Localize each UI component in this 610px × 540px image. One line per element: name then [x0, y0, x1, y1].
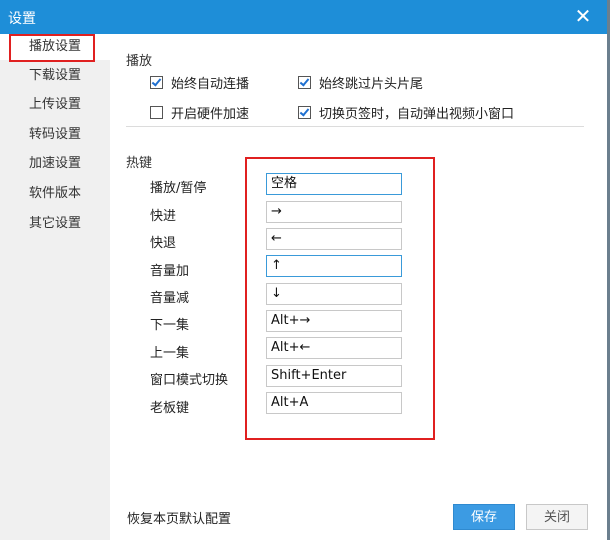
checkbox-skip-intro[interactable]: 始终跳过片头片尾: [298, 76, 423, 94]
sidebar-item-label: 软件版本: [28, 186, 81, 201]
title-bar: 设置 ✕: [0, 0, 607, 34]
hotkey-input-volume-down[interactable]: ↓: [266, 283, 402, 305]
hotkey-label-play-pause: 播放/暂停: [150, 181, 207, 196]
reset-defaults-link[interactable]: 恢复本页默认配置: [127, 508, 231, 527]
sidebar-item-label: 加速设置: [28, 156, 81, 171]
hotkey-label-next-episode: 下一集: [150, 318, 190, 333]
close-icon[interactable]: ✕: [573, 6, 593, 26]
checkbox-label: 开启硬件加速: [171, 107, 250, 122]
highlight-box: [9, 34, 95, 62]
hotkey-input-play-pause[interactable]: 空格: [266, 173, 402, 195]
checkbox-label: 始终跳过片头片尾: [319, 77, 424, 92]
sidebar-item-upload[interactable]: 上传设置: [0, 92, 110, 118]
section-divider: [126, 126, 584, 127]
window-title: 设置: [8, 11, 36, 27]
hotkey-input-fast-forward[interactable]: →: [266, 201, 402, 223]
hotkey-input-rewind[interactable]: ←: [266, 228, 402, 250]
hotkey-label-volume-down: 音量减: [150, 291, 190, 306]
hotkey-label-fast-forward: 快进: [150, 209, 177, 224]
settings-panel: 播放 始终自动连播 始终跳过片头片尾 开启硬件加速 切换页签时，自动弹出视频小窗…: [110, 34, 607, 540]
sidebar-item-label: 转码设置: [28, 127, 81, 142]
sidebar-item-acceleration[interactable]: 加速设置: [0, 151, 110, 177]
hotkey-input-volume-up[interactable]: ↑: [266, 255, 402, 277]
hotkey-label-volume-up: 音量加: [150, 264, 190, 279]
hotkey-input-previous-episode[interactable]: Alt+←: [266, 337, 402, 359]
playback-section-title: 播放: [126, 54, 153, 69]
checkbox-hardware-acceleration[interactable]: 开启硬件加速: [150, 106, 249, 124]
checkbox-label: 切换页签时，自动弹出视频小窗口: [319, 107, 515, 122]
sidebar-item-playback[interactable]: 播放设置: [0, 34, 110, 62]
settings-sidebar: 播放设置 下载设置 上传设置 转码设置 加速设置 软件版本 其它设置: [0, 34, 110, 540]
close-button[interactable]: 关闭: [526, 504, 588, 530]
hotkey-label-previous-episode: 上一集: [150, 346, 190, 361]
sidebar-item-label: 其它设置: [28, 216, 81, 231]
checkbox-unchecked-icon: [150, 106, 163, 119]
hotkey-input-window-mode[interactable]: Shift+Enter: [266, 365, 402, 387]
hotkey-label-boss-key: 老板键: [150, 401, 190, 416]
hotkey-input-next-episode[interactable]: Alt+→: [266, 310, 402, 332]
sidebar-item-download[interactable]: 下载设置: [0, 63, 110, 89]
checkbox-checked-icon: [150, 76, 163, 89]
hotkey-label-window-mode: 窗口模式切换: [150, 373, 229, 388]
sidebar-item-other[interactable]: 其它设置: [0, 211, 110, 237]
sidebar-item-label: 上传设置: [28, 97, 81, 112]
checkbox-checked-icon: [298, 76, 311, 89]
sidebar-item-label: 下载设置: [28, 68, 81, 83]
sidebar-item-version[interactable]: 软件版本: [0, 181, 110, 207]
settings-dialog: 设置 ✕ 播放设置 下载设置 上传设置 转码设置 加速设置 软件版本 其它设置 …: [0, 0, 607, 540]
hotkey-input-boss-key[interactable]: Alt+A: [266, 392, 402, 414]
checkbox-label: 始终自动连播: [171, 77, 250, 92]
sidebar-item-transcode[interactable]: 转码设置: [0, 122, 110, 148]
hotkey-label-rewind: 快退: [150, 236, 177, 251]
checkbox-auto-continue[interactable]: 始终自动连播: [150, 76, 249, 94]
checkbox-mini-window[interactable]: 切换页签时，自动弹出视频小窗口: [298, 106, 514, 124]
save-button[interactable]: 保存: [453, 504, 515, 530]
checkbox-checked-icon: [298, 106, 311, 119]
hotkeys-section-title: 热键: [126, 156, 153, 171]
